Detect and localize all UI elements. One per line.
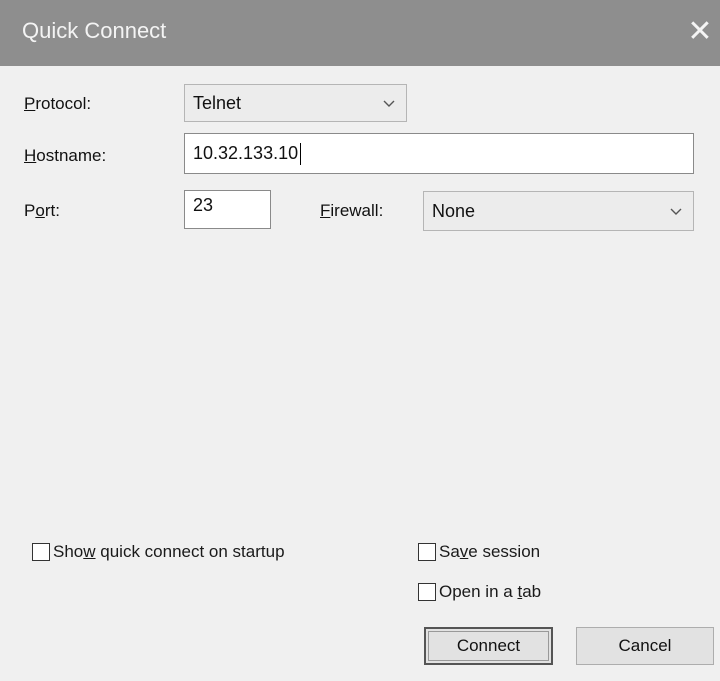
save-session-label: Save session <box>439 542 541 561</box>
open-in-tab-label: Open in a tab <box>439 582 542 601</box>
title-bar: Quick Connect ✕ <box>0 0 720 66</box>
open-in-tab-checkbox[interactable]: Open in a tab <box>418 582 541 602</box>
cancel-button[interactable]: Cancel <box>576 627 714 665</box>
close-icon[interactable]: ✕ <box>680 12 720 52</box>
firewall-value: None <box>432 200 476 221</box>
firewall-select[interactable]: None <box>423 191 694 231</box>
hostname-input[interactable]: 10.32.133.10 <box>184 133 694 174</box>
quick-connect-dialog: Quick Connect ✕ Protocol: Telnet Hostnam… <box>0 0 720 681</box>
dialog-title: Quick Connect <box>22 18 167 43</box>
save-session-checkbox[interactable]: Save session <box>418 542 540 562</box>
port-value: 23 <box>193 195 214 215</box>
show-on-startup-checkbox[interactable]: Show quick connect on startup <box>32 542 285 562</box>
port-label: Port: <box>24 201 60 220</box>
firewall-label: Firewall: <box>320 201 384 220</box>
checkbox-box <box>32 543 50 561</box>
chevron-down-icon <box>670 208 682 215</box>
protocol-select[interactable]: Telnet <box>184 84 407 122</box>
checkbox-box <box>418 543 436 561</box>
protocol-label: Protocol: <box>24 94 92 113</box>
port-input[interactable]: 23 <box>184 190 271 229</box>
text-cursor <box>300 142 302 165</box>
chevron-down-icon <box>383 100 395 107</box>
hostname-value: 10.32.133.10 <box>193 143 299 163</box>
checkbox-box <box>418 583 436 601</box>
connect-button[interactable]: Connect <box>424 627 553 665</box>
show-on-startup-label: Show quick connect on startup <box>53 542 285 561</box>
hostname-label: Hostname: <box>24 146 107 165</box>
protocol-value: Telnet <box>193 92 242 113</box>
